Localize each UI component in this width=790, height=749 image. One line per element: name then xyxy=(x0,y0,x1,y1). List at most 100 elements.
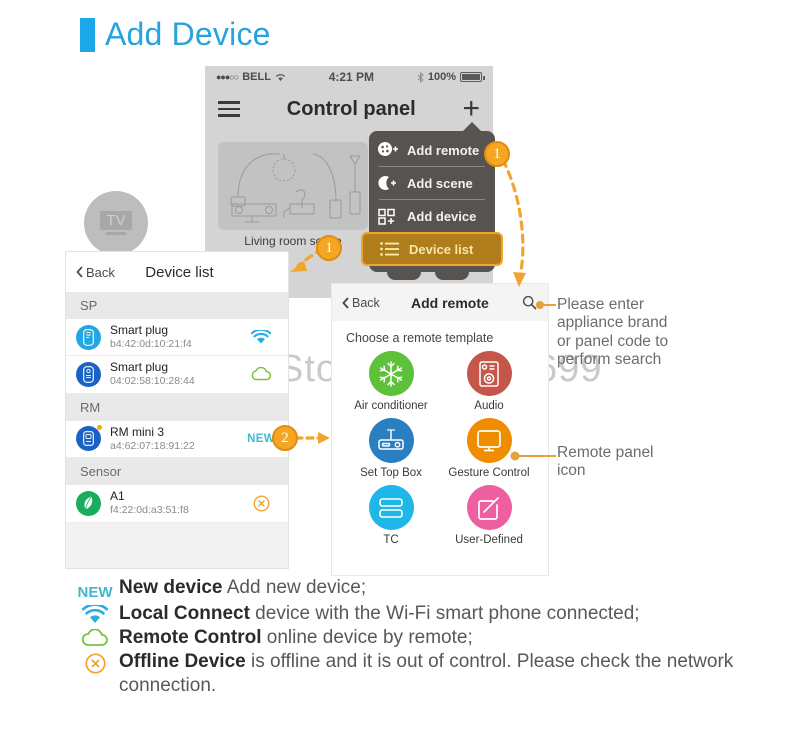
remote-template-grid: Air conditioner Audio Set Top Box Gestur… xyxy=(332,349,548,546)
page-title: Add Device xyxy=(80,16,271,53)
device-name: A1 xyxy=(110,489,125,504)
device-name: RM mini 3 xyxy=(110,424,165,439)
plus-icon[interactable]: + xyxy=(462,94,480,124)
add-menu-dropdown: Add remote Add scene Add device Device l… xyxy=(361,122,503,280)
tv-tile[interactable]: TV xyxy=(84,191,148,255)
phone-navbar: Control panel + xyxy=(205,88,493,130)
new-badge-label: NEW xyxy=(247,432,275,445)
panel-annotation-line: icon xyxy=(557,462,586,480)
search-annotation-line: perform search xyxy=(557,350,662,368)
device-row-rm-mini-3[interactable]: RM mini 3 a4:62:07:18:91:22 NEW xyxy=(66,420,288,459)
leaf-icon xyxy=(84,496,93,510)
add-remote-title: Add remote xyxy=(411,294,489,311)
legend-item-new-device: NEW New device Add new device; xyxy=(78,576,770,601)
device-name: Smart plug xyxy=(110,360,169,375)
wifi-icon xyxy=(251,329,271,344)
section-header-sp: SP xyxy=(66,292,288,319)
dropdown-tail xyxy=(463,122,481,131)
device-avatar xyxy=(76,490,101,516)
template-air-conditioner[interactable]: Air conditioner xyxy=(342,351,440,412)
battery-icon xyxy=(460,72,485,82)
template-user-defined[interactable]: User-Defined xyxy=(440,485,538,546)
template-audio[interactable]: Audio xyxy=(440,351,538,412)
legend-text: Remote Control online device by remote; xyxy=(119,626,473,649)
legend-rest: online device by remote; xyxy=(261,627,473,649)
arrowhead-new-device xyxy=(318,432,330,444)
legend-rest: Add new device; xyxy=(222,577,367,598)
device-avatar xyxy=(76,425,102,452)
back-button[interactable]: Back xyxy=(76,265,115,280)
legend-bold: Local Connect xyxy=(119,603,250,624)
back-button[interactable]: Back xyxy=(342,296,380,310)
living-room-scene-card[interactable]: Living room scene xyxy=(218,142,368,248)
remote-plus-icon xyxy=(377,141,399,159)
legend-bold: Offline Device xyxy=(119,651,246,673)
device-mac: b4:42:0d:10:21:f4 xyxy=(110,337,192,350)
chevron-left-icon xyxy=(342,296,349,309)
device-list-title: Device list xyxy=(145,263,214,281)
cloud-icon xyxy=(80,626,110,648)
template-set-top-box[interactable]: Set Top Box xyxy=(342,418,440,479)
device-name: Smart plug xyxy=(110,323,169,337)
settopbox-icon xyxy=(368,418,414,463)
device-row-a1[interactable]: A1 f4:22:0d:a3:51:f8 xyxy=(66,485,288,523)
device-avatar xyxy=(76,324,101,350)
legend-item-local-connect: Local Connect device with the Wi-Fi smar… xyxy=(80,602,770,625)
menu-item-add-remote[interactable]: Add remote xyxy=(369,134,495,166)
audio-icon xyxy=(466,351,512,396)
back-label: Back xyxy=(86,264,115,280)
callout-badge-1a: 1 xyxy=(484,141,510,167)
tv-icon: TV xyxy=(100,211,132,235)
scene-illustration xyxy=(218,142,368,230)
menu-item-label: Add scene xyxy=(407,175,473,191)
search-icon[interactable] xyxy=(520,295,538,310)
menu-item-label: Add remote xyxy=(407,142,480,158)
page-root: Add Device Store No.1232699 ●●●○○ BELL 4… xyxy=(0,0,790,749)
section-header-rm: RM xyxy=(66,393,288,421)
new-label-icon: NEW xyxy=(78,576,113,601)
page-title-text: Add Device xyxy=(105,16,271,52)
battery-percent: 100% xyxy=(427,71,456,83)
carrier-group: ●●●○○ BELL xyxy=(216,71,286,83)
search-annotation: Please enter appliance brand or panel co… xyxy=(557,296,668,369)
device-info: A1 f4:22:0d:a3:51:f8 xyxy=(110,489,237,516)
legend-bold: Remote Control xyxy=(119,627,262,649)
gesture-screen-icon xyxy=(466,418,512,463)
arrow-add-remote xyxy=(501,158,525,282)
template-label: TC xyxy=(383,534,399,546)
device-list-header: Back Device list xyxy=(66,252,288,292)
grid-plus-icon xyxy=(377,207,399,225)
wifi-icon xyxy=(275,73,286,81)
tv-glyph-text: TV xyxy=(100,211,132,230)
section-header-sensor: Sensor xyxy=(66,458,288,486)
search-annotation-line: appliance brand xyxy=(557,314,668,332)
offline-icon xyxy=(80,650,110,674)
device-info: RM mini 3 a4:62:07:18:91:22 xyxy=(110,424,237,452)
dropdown-bottom-decor xyxy=(369,268,495,280)
legend-text: Local Connect device with the Wi-Fi smar… xyxy=(119,602,759,625)
legend-rest: device with the Wi-Fi smart phone connec… xyxy=(249,603,640,624)
legend-item-remote-control: Remote Control online device by remote; xyxy=(80,626,770,649)
menu-item-label: Add device xyxy=(407,208,477,224)
device-info: Smart plug 04:02:58:10:28:44 xyxy=(110,360,237,388)
device-mac: a4:62:07:18:91:22 xyxy=(110,439,195,452)
legend-bold: New device xyxy=(119,577,223,598)
control-panel-title: Control panel xyxy=(286,97,416,120)
menu-item-add-device[interactable]: Add device xyxy=(369,200,495,232)
menu-item-add-scene[interactable]: Add scene xyxy=(369,167,495,199)
panel-icon-annotation: Remote panel icon xyxy=(557,444,654,481)
add-remote-header: Back Add remote xyxy=(332,284,548,321)
device-mac: f4:22:0d:a3:51:f8 xyxy=(110,503,189,516)
search-annotation-line: or panel code to xyxy=(557,332,669,350)
callout-badge-1b: 1 xyxy=(316,235,342,261)
menu-item-device-list[interactable]: Device list xyxy=(361,232,503,266)
template-tc[interactable]: TC xyxy=(342,485,440,546)
legend-text: New device Add new device; xyxy=(119,576,366,599)
device-mac: 04:02:58:10:28:44 xyxy=(110,375,195,388)
template-label: Gesture Control xyxy=(448,467,530,479)
hamburger-icon[interactable] xyxy=(218,97,240,121)
device-row-smart-plug-1[interactable]: Smart plug b4:42:0d:10:21:f4 xyxy=(66,319,288,357)
template-gesture-control[interactable]: Gesture Control xyxy=(440,418,538,479)
device-row-smart-plug-2[interactable]: Smart plug 04:02:58:10:28:44 xyxy=(66,356,288,394)
status-right-group: 100% xyxy=(417,71,485,83)
